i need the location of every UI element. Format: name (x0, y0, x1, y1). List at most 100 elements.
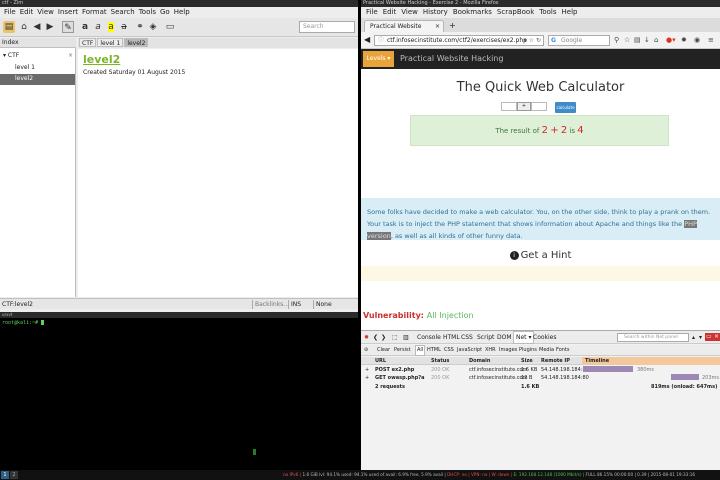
net-row[interactable]: + POST ex2.php 200 OK ctf.infosecinstitu… (361, 366, 720, 374)
col-timeline[interactable]: Timeline (582, 357, 720, 365)
back-icon[interactable]: ◀ (364, 35, 370, 44)
zim-menu-file[interactable]: File (4, 7, 16, 18)
crumb-ctf[interactable]: CTF (79, 38, 97, 47)
back-arrow-icon[interactable]: ◀ (31, 21, 43, 33)
net-filter-html[interactable]: HTML (427, 345, 441, 356)
crumb-level2[interactable]: level2 (124, 38, 149, 47)
tree-item-level2[interactable]: level2 (0, 74, 75, 85)
addon-icon[interactable]: ●▾ (666, 36, 676, 44)
col-domain[interactable]: Domain (469, 357, 490, 365)
col-remote-ip[interactable]: Remote IP (541, 357, 570, 365)
col-size[interactable]: Size (521, 357, 533, 365)
zim-menu-insert[interactable]: Insert (58, 7, 78, 18)
ff-menu-file[interactable]: File (366, 7, 378, 18)
notebook-icon[interactable]: ▤ (3, 21, 15, 33)
workspace-2-button[interactable]: 2 (10, 471, 18, 479)
ff-menu-scrapbook[interactable]: ScrapBook (497, 7, 534, 18)
url-bar[interactable]: ⓘ ctf.infosecinstitute.com/ctf2/exercise… (374, 35, 544, 46)
window-icon[interactable]: ▭ (164, 21, 176, 33)
italic-icon[interactable]: a (92, 21, 104, 33)
zim-menu-help[interactable]: Help (174, 7, 190, 18)
net-filter-plugins[interactable]: Plugins (519, 345, 537, 356)
operand-a-input[interactable] (501, 102, 517, 111)
edit-mode-icon[interactable]: ✎ (62, 21, 74, 33)
net-filter-js[interactable]: JavaScript (457, 345, 482, 356)
net-clear-button[interactable]: Clear (377, 345, 390, 356)
fb-tab-net[interactable]: Net ▾ (513, 331, 535, 344)
layout-icon[interactable]: ▥ (403, 331, 409, 344)
google-icon[interactable]: G (551, 36, 556, 45)
ff-menu-bookmarks[interactable]: Bookmarks (453, 7, 492, 18)
net-filter-all[interactable]: All (415, 345, 426, 356)
net-filter-xhr[interactable]: XHR (485, 345, 496, 356)
reload-icon[interactable]: ▾ ☆ ↻ (524, 36, 541, 45)
net-filter-input[interactable]: Search within Net panel (617, 333, 689, 342)
fb-tab-css[interactable]: CSS (461, 331, 473, 344)
col-status[interactable]: Status (431, 357, 449, 365)
expand-row-icon[interactable]: + (365, 374, 369, 382)
crumb-level1[interactable]: level 1 (97, 38, 124, 47)
workspace-1-button[interactable]: 1 (1, 471, 9, 479)
expand-row-icon[interactable]: + (365, 366, 369, 374)
zim-menu-edit[interactable]: Edit (20, 7, 34, 18)
tree-item-ctf[interactable]: ▾ CTF (3, 51, 19, 62)
zim-menu-tools[interactable]: Tools (139, 7, 156, 18)
hint-toggle[interactable]: i Get a Hint (361, 250, 720, 261)
download-icon[interactable]: ↓ (644, 36, 650, 44)
bold-icon[interactable]: a (79, 21, 91, 33)
extension-icon[interactable]: ◉ (694, 36, 700, 44)
fb-tab-console[interactable]: Console (417, 331, 441, 344)
fb-minimize-icon[interactable]: ▭ (705, 333, 713, 341)
ff-menu-tools[interactable]: Tools (539, 7, 556, 18)
home-icon[interactable]: ⌂ (18, 21, 30, 33)
status-style[interactable]: None (313, 300, 357, 309)
terminal-window[interactable]: urxvt root@kali:~# (0, 312, 358, 470)
firebug-bug-icon[interactable]: ✹ (364, 331, 369, 344)
fb-tab-cookies[interactable]: Cookies (533, 331, 557, 344)
operator-select[interactable]: + (517, 102, 531, 111)
ff-menu-help[interactable]: Help (562, 7, 578, 18)
fb-up-icon[interactable]: ▴ (692, 331, 695, 344)
zim-menu-format[interactable]: Format (82, 7, 107, 18)
link-icon[interactable]: ⚭ (134, 21, 146, 33)
fb-down-icon[interactable]: ▾ (699, 331, 702, 344)
ff-menu-edit[interactable]: Edit (383, 7, 397, 18)
ff-menu-view[interactable]: View (401, 7, 418, 18)
fb-tab-html[interactable]: HTML (443, 331, 460, 344)
zim-search-input[interactable]: Search (299, 21, 355, 33)
firebug-icon[interactable]: ✹ (681, 36, 687, 44)
new-tab-icon[interactable]: + (449, 21, 456, 31)
highlight-icon[interactable]: a (105, 21, 117, 33)
clear-icon[interactable]: ⊘ (364, 345, 368, 356)
page-heading[interactable]: level2 (83, 53, 120, 66)
menu-icon[interactable]: ≡ (708, 36, 714, 44)
net-filter-fonts[interactable]: Fonts (556, 345, 570, 356)
col-url[interactable]: URL (375, 357, 386, 365)
inspect-icon[interactable]: ⬚ (392, 331, 398, 344)
fb-tab-script[interactable]: Script (477, 331, 494, 344)
tab-practical-website-hacking[interactable]: Practical Website Hacki... × (364, 20, 444, 41)
firebug-back-icon[interactable]: ❮ (373, 331, 378, 344)
status-backlinks[interactable]: Backlinks... (252, 300, 289, 309)
page-editor[interactable]: level2 Created Saturday 01 August 2015 (78, 49, 358, 297)
strike-icon[interactable]: a (118, 21, 130, 33)
home-icon[interactable]: ⌂ (654, 36, 658, 44)
tree-item-level1[interactable]: level 1 (15, 63, 35, 74)
attach-icon[interactable]: ◈ (147, 21, 159, 33)
tab-close-icon[interactable]: × (435, 21, 440, 32)
ff-menu-history[interactable]: History (423, 7, 448, 18)
site-brand[interactable]: Practical Website Hacking (400, 49, 503, 69)
search-bar[interactable]: G Google (548, 35, 610, 46)
zim-menu-view[interactable]: View (37, 7, 54, 18)
terminal-prompt[interactable]: root@kali:~# (2, 320, 45, 326)
net-filter-images[interactable]: Images (499, 345, 517, 356)
close-index-icon[interactable]: × (68, 52, 73, 59)
fb-tab-dom[interactable]: DOM (497, 331, 512, 344)
forward-arrow-icon[interactable]: ▶ (44, 21, 56, 33)
site-identity-icon[interactable]: ⓘ (378, 36, 384, 45)
zim-menu-go[interactable]: Go (160, 7, 170, 18)
fb-close-icon[interactable]: × (713, 333, 720, 341)
net-filter-css[interactable]: CSS (444, 345, 454, 356)
reader-icon[interactable]: ▤ (634, 36, 641, 44)
net-persist-button[interactable]: Persist (394, 345, 411, 356)
